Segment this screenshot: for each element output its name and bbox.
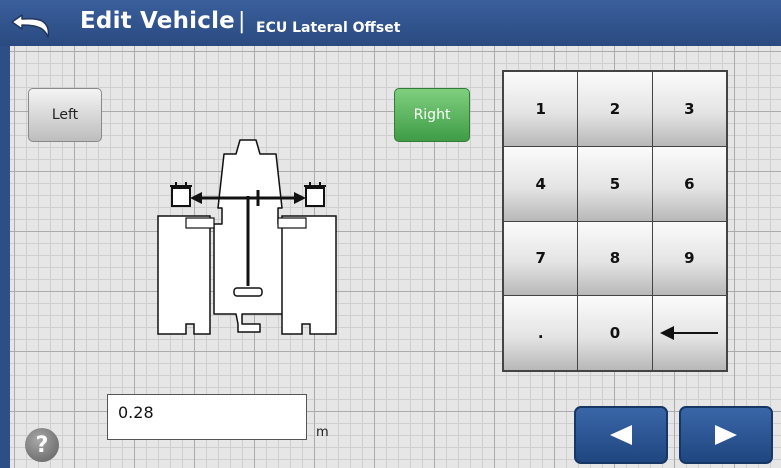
back-arrow-icon <box>11 14 50 38</box>
right-button[interactable]: Right <box>394 88 470 142</box>
tractor-diagram <box>157 139 337 335</box>
help-button[interactable]: ? <box>25 428 59 462</box>
key-0[interactable]: 0 <box>578 296 652 370</box>
unit-label: m <box>316 425 329 440</box>
key-decimal[interactable]: . <box>504 296 578 370</box>
key-1[interactable]: 1 <box>504 72 578 146</box>
key-8[interactable]: 8 <box>578 221 652 296</box>
triangle-right-icon <box>715 425 737 445</box>
numeric-keypad: 1 2 3 4 5 6 7 8 9 . 0 <box>502 70 728 372</box>
backspace-arrow-icon <box>660 326 719 341</box>
offset-value-input[interactable] <box>107 394 307 440</box>
title-bar: Edit Vehicle | ECU Lateral Offset <box>0 0 781 46</box>
next-button[interactable] <box>679 406 773 464</box>
page-title: Edit Vehicle <box>80 8 235 34</box>
key-2[interactable]: 2 <box>578 72 652 146</box>
key-backspace[interactable] <box>652 296 726 370</box>
key-6[interactable]: 6 <box>652 146 726 221</box>
app-window: Edit Vehicle | ECU Lateral Offset Left R… <box>0 0 781 468</box>
previous-button[interactable] <box>574 406 668 464</box>
left-button[interactable]: Left <box>28 88 102 142</box>
title-separator: | <box>238 9 246 34</box>
page-subtitle: ECU Lateral Offset <box>256 20 401 36</box>
key-4[interactable]: 4 <box>504 146 578 221</box>
back-button[interactable] <box>8 6 56 40</box>
key-3[interactable]: 3 <box>652 72 726 146</box>
key-5[interactable]: 5 <box>578 146 652 221</box>
key-9[interactable]: 9 <box>652 221 726 296</box>
triangle-left-icon <box>610 425 632 445</box>
key-7[interactable]: 7 <box>504 221 578 296</box>
